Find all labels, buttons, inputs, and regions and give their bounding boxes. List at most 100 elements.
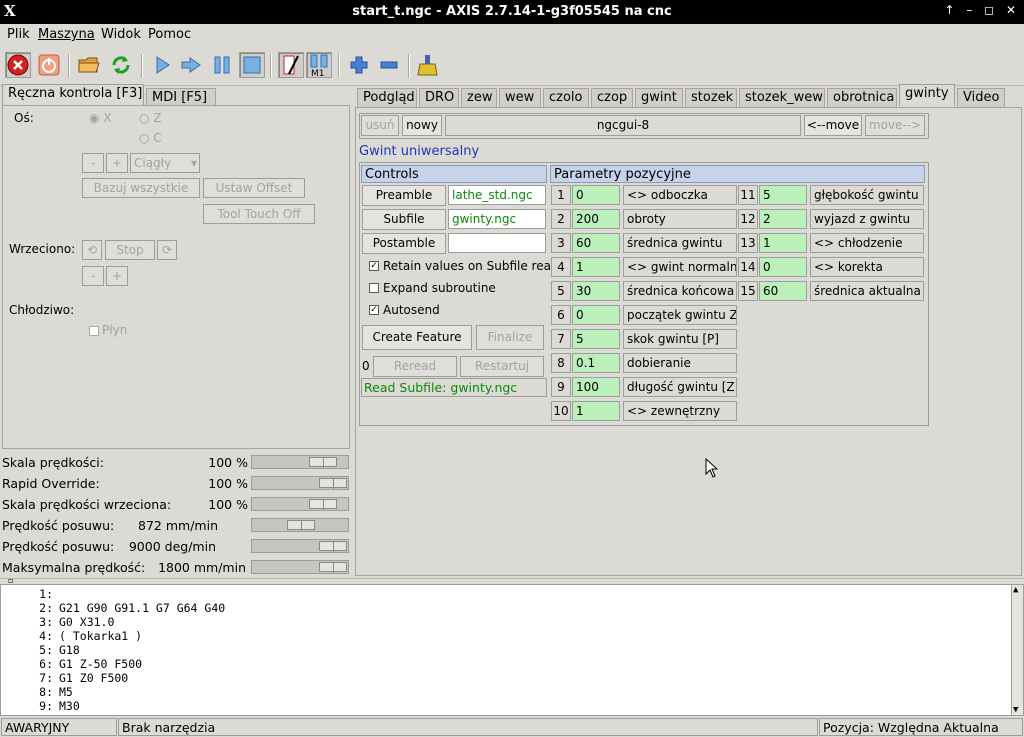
param-value-input[interactable]: 60	[759, 281, 807, 301]
param-value-input[interactable]: 1	[572, 401, 620, 421]
menu-maszyna[interactable]: Maszyna	[38, 27, 95, 42]
tab-stozek[interactable]: stozek	[685, 88, 737, 108]
optional-stop-icon[interactable]: M1	[306, 52, 332, 78]
scroll-down-icon[interactable]: ▼	[1013, 705, 1018, 715]
preamble-button[interactable]: Preamble	[362, 185, 446, 206]
gcode-viewer[interactable]: 1: 2: G21 G90 G91.1 G7 G64 G40 3: G0 X31.0 4:…	[0, 584, 1024, 716]
postamble-button[interactable]: Postamble	[362, 233, 446, 254]
param-value-input[interactable]: 2	[759, 209, 807, 229]
tab-obrotnica[interactable]: obrotnica	[827, 88, 897, 108]
remove-page-button[interactable]: usuń	[361, 115, 399, 136]
move-right-button[interactable]: move-->	[865, 115, 925, 136]
slider-thumb[interactable]	[309, 457, 337, 468]
spindle-ccw-icon[interactable]: ⟲	[82, 240, 102, 260]
spindle-plus-button[interactable]: +	[106, 266, 128, 286]
new-page-button[interactable]: nowy	[402, 115, 442, 136]
tab-manual-control[interactable]: Ręczna kontrola [F3]	[2, 84, 144, 106]
param-value-input[interactable]: 200	[572, 209, 620, 229]
jog-mode-select[interactable]: Ciągły ▾	[130, 153, 200, 173]
run-icon[interactable]	[149, 52, 175, 78]
tab-gwint[interactable]: gwint	[635, 88, 683, 108]
param-value-input[interactable]: 0.1	[572, 353, 620, 373]
gcode-scrollbar[interactable]: ▲ ▼	[1011, 585, 1023, 715]
move-left-button[interactable]: <--move	[804, 115, 862, 136]
jog-plus-button[interactable]: +	[106, 153, 128, 173]
finalize-button[interactable]: Finalize	[476, 325, 544, 350]
tab-stozek-wew[interactable]: stozek_wew	[739, 88, 825, 108]
tab-gwinty[interactable]: gwinty	[899, 84, 955, 106]
estop-icon[interactable]	[5, 52, 31, 78]
clear-plot-icon[interactable]	[416, 52, 442, 78]
feed-override-slider[interactable]	[251, 455, 349, 469]
gcode-line-text: ( Tokarka1 )	[59, 629, 143, 643]
tab-czolo[interactable]: czolo	[543, 88, 589, 108]
param-value-input[interactable]: 60	[572, 233, 620, 253]
slider-thumb[interactable]	[309, 499, 337, 510]
autosend-checkbox[interactable]: ✓	[369, 305, 379, 315]
expand-label: Expand subroutine	[383, 281, 496, 295]
home-all-button[interactable]: Bazuj wszystkie	[82, 178, 200, 198]
reload-icon[interactable]	[108, 52, 134, 78]
zoom-in-icon[interactable]	[346, 52, 372, 78]
spindle-override-value: 100 %	[208, 497, 248, 512]
max-velocity-slider[interactable]	[251, 560, 349, 574]
create-feature-button[interactable]: Create Feature	[362, 325, 472, 350]
spindle-stop-button[interactable]: Stop	[105, 240, 155, 260]
postamble-file-field[interactable]	[448, 233, 546, 253]
param-value-input[interactable]: 0	[572, 305, 620, 325]
expand-checkbox[interactable]	[369, 283, 379, 293]
axis-c-radio[interactable]: ○ C	[139, 131, 162, 145]
retain-checkbox[interactable]: ✓	[369, 261, 379, 271]
slider-thumb[interactable]	[319, 478, 347, 489]
menu-widok[interactable]: Widok	[101, 27, 141, 42]
window-controls[interactable]: ↑ – ◻ ✕	[944, 3, 1020, 17]
spindle-minus-button[interactable]: -	[82, 266, 104, 286]
tab-podglad[interactable]: Podgląd	[357, 88, 417, 108]
spindle-cw-icon[interactable]: ⟳	[157, 240, 177, 260]
tool-touch-off-button[interactable]: Tool Touch Off	[203, 204, 315, 224]
power-icon[interactable]	[36, 52, 62, 78]
optional-block-icon[interactable]	[278, 52, 304, 78]
tab-video[interactable]: Video	[957, 88, 1005, 108]
zoom-out-icon[interactable]	[376, 52, 402, 78]
param-value-input[interactable]: 30	[572, 281, 620, 301]
param-value-input[interactable]: 0	[572, 185, 620, 205]
slider-thumb[interactable]	[319, 541, 347, 552]
jog-speed-slider[interactable]	[251, 518, 349, 532]
status-message: Read Subfile: gwinty.ngc	[361, 378, 547, 397]
scroll-up-icon[interactable]: ▲	[1013, 585, 1018, 595]
tab-wew[interactable]: wew	[499, 88, 541, 108]
restart-button[interactable]: Restartuj	[460, 356, 544, 377]
param-value-input[interactable]: 5	[572, 329, 620, 349]
jog-minus-button[interactable]: -	[82, 153, 104, 173]
step-icon[interactable]	[179, 52, 205, 78]
open-file-icon[interactable]	[76, 52, 102, 78]
axis-x-radio[interactable]: ◉ X	[89, 111, 112, 125]
rapid-override-slider[interactable]	[251, 476, 349, 490]
spindle-override-slider[interactable]	[251, 497, 349, 511]
param-value-input[interactable]: 1	[759, 233, 807, 253]
stop-icon[interactable]	[239, 52, 265, 78]
param-value-input[interactable]: 100	[572, 377, 620, 397]
tab-zew[interactable]: zew	[461, 88, 497, 108]
pane-splitter[interactable]: ▫	[0, 576, 1024, 585]
touch-off-button[interactable]: Ustaw Offset	[203, 178, 305, 198]
param-value-input[interactable]: 0	[759, 257, 807, 277]
reread-button[interactable]: Reread	[373, 356, 457, 377]
param-value-input[interactable]: 5	[759, 185, 807, 205]
window-titlebar[interactable]: X start_t.ngc - AXIS 2.7.14-1-g3f05545 n…	[0, 0, 1024, 24]
tab-dro[interactable]: DRO	[419, 88, 459, 108]
slider-thumb[interactable]	[319, 562, 347, 573]
pause-icon[interactable]	[209, 52, 235, 78]
subfile-button[interactable]: Subfile	[362, 209, 446, 230]
angular-jog-speed-slider[interactable]	[251, 539, 349, 553]
preamble-file-field[interactable]: lathe_std.ngc	[448, 185, 546, 205]
tab-czop[interactable]: czop	[591, 88, 633, 108]
param-value-input[interactable]: 1	[572, 257, 620, 277]
axis-z-radio[interactable]: ○ Z	[139, 111, 162, 125]
slider-thumb[interactable]	[287, 520, 315, 531]
menu-plik[interactable]: Plik	[7, 27, 30, 42]
menu-pomoc[interactable]: Pomoc	[148, 27, 191, 42]
subfile-field[interactable]: gwinty.ngc	[448, 209, 546, 229]
flood-checkbox[interactable]	[89, 326, 99, 336]
